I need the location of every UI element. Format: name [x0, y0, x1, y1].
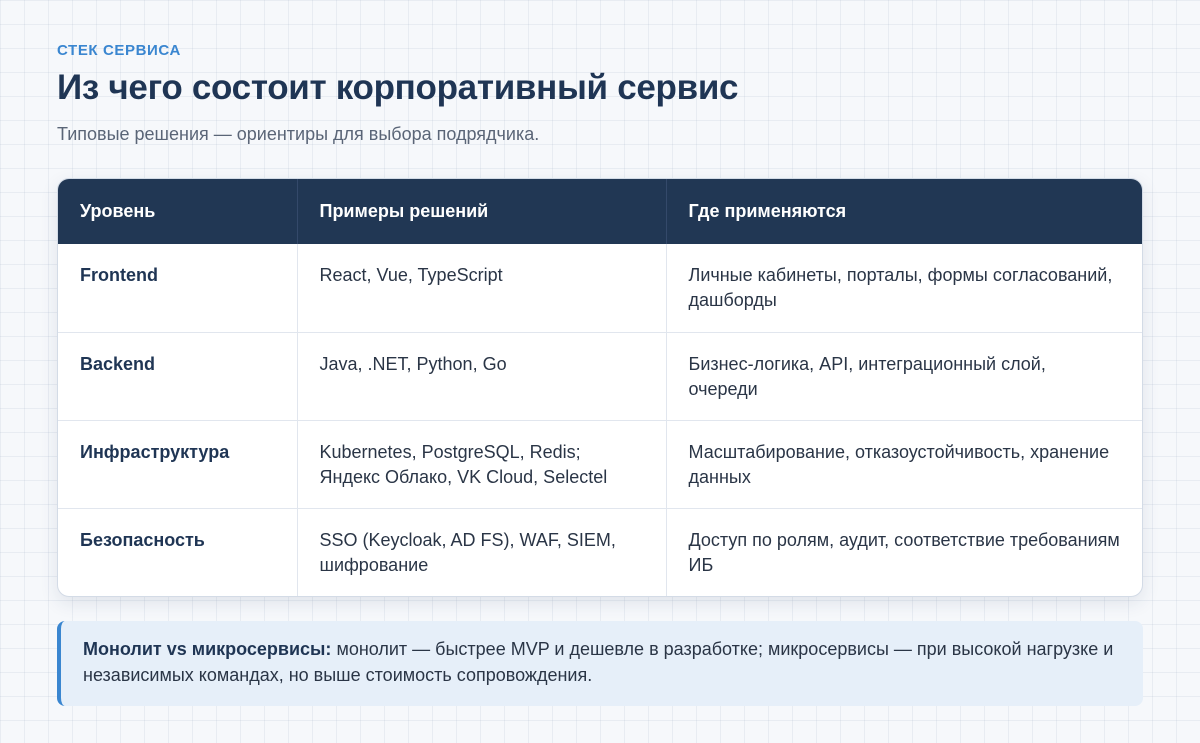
table-header-row: Уровень Примеры решений Где применяются	[58, 179, 1142, 244]
stack-table-card: Уровень Примеры решений Где применяются …	[57, 178, 1143, 597]
cell-usage: Бизнес-логика, API, интеграционный слой,…	[666, 331, 1142, 420]
table-row-frontend: Frontend React, Vue, TypeScript Личные к…	[58, 244, 1142, 332]
cell-usage: Личные кабинеты, порталы, формы согласов…	[688, 265, 1113, 310]
cell-examples: React, Vue, TypeScript	[297, 244, 667, 332]
page-subtitle: Типовые решения — ориентиры для выбора п…	[57, 124, 540, 144]
column-header-examples: Примеры решений	[297, 179, 667, 244]
table-row-security: Безопасность SSO (Keycloak, AD FS), WAF,…	[58, 507, 1142, 596]
cell-examples: SSO (Keycloak, AD FS), WAF, SIEM, шифров…	[297, 507, 667, 596]
table-row-backend: Backend Java, .NET, Python, Go Бизнес-ло…	[58, 331, 1142, 420]
cell-usage: Масштабирование, отказоустойчивость, хра…	[666, 419, 1142, 508]
table-row-infrastructure: Инфраструктура Kubernetes, PostgreSQL, R…	[58, 419, 1142, 508]
page-title: Из чего состоит корпоративный сервис	[57, 68, 739, 107]
column-header-level: Уровень	[58, 179, 298, 244]
table-header: Уровень Примеры решений Где применяются	[58, 179, 1142, 244]
table-body: Frontend React, Vue, TypeScript Личные к…	[58, 244, 1142, 596]
column-header-usage: Где применяются	[666, 179, 1142, 244]
cell-examples: Kubernetes, PostgreSQL, Redis; Яндекс Об…	[297, 419, 667, 508]
cell-level: Безопасность	[58, 507, 298, 596]
section-eyebrow: СТЕК СЕРВИСА	[57, 42, 181, 59]
stack-table: Уровень Примеры решений Где применяются …	[58, 179, 1142, 596]
cell-level: Инфраструктура	[58, 419, 298, 508]
cell-level: Backend	[58, 331, 298, 420]
cell-examples: Java, .NET, Python, Go	[297, 331, 667, 420]
callout-label: Монолит vs микросервисы:	[83, 639, 332, 659]
cell-usage: Доступ по ролям, аудит, соответствие тре…	[666, 507, 1142, 596]
callout-note: Монолит vs микросервисы: монолит — быстр…	[57, 621, 1143, 706]
cell-level: Frontend	[58, 244, 298, 332]
